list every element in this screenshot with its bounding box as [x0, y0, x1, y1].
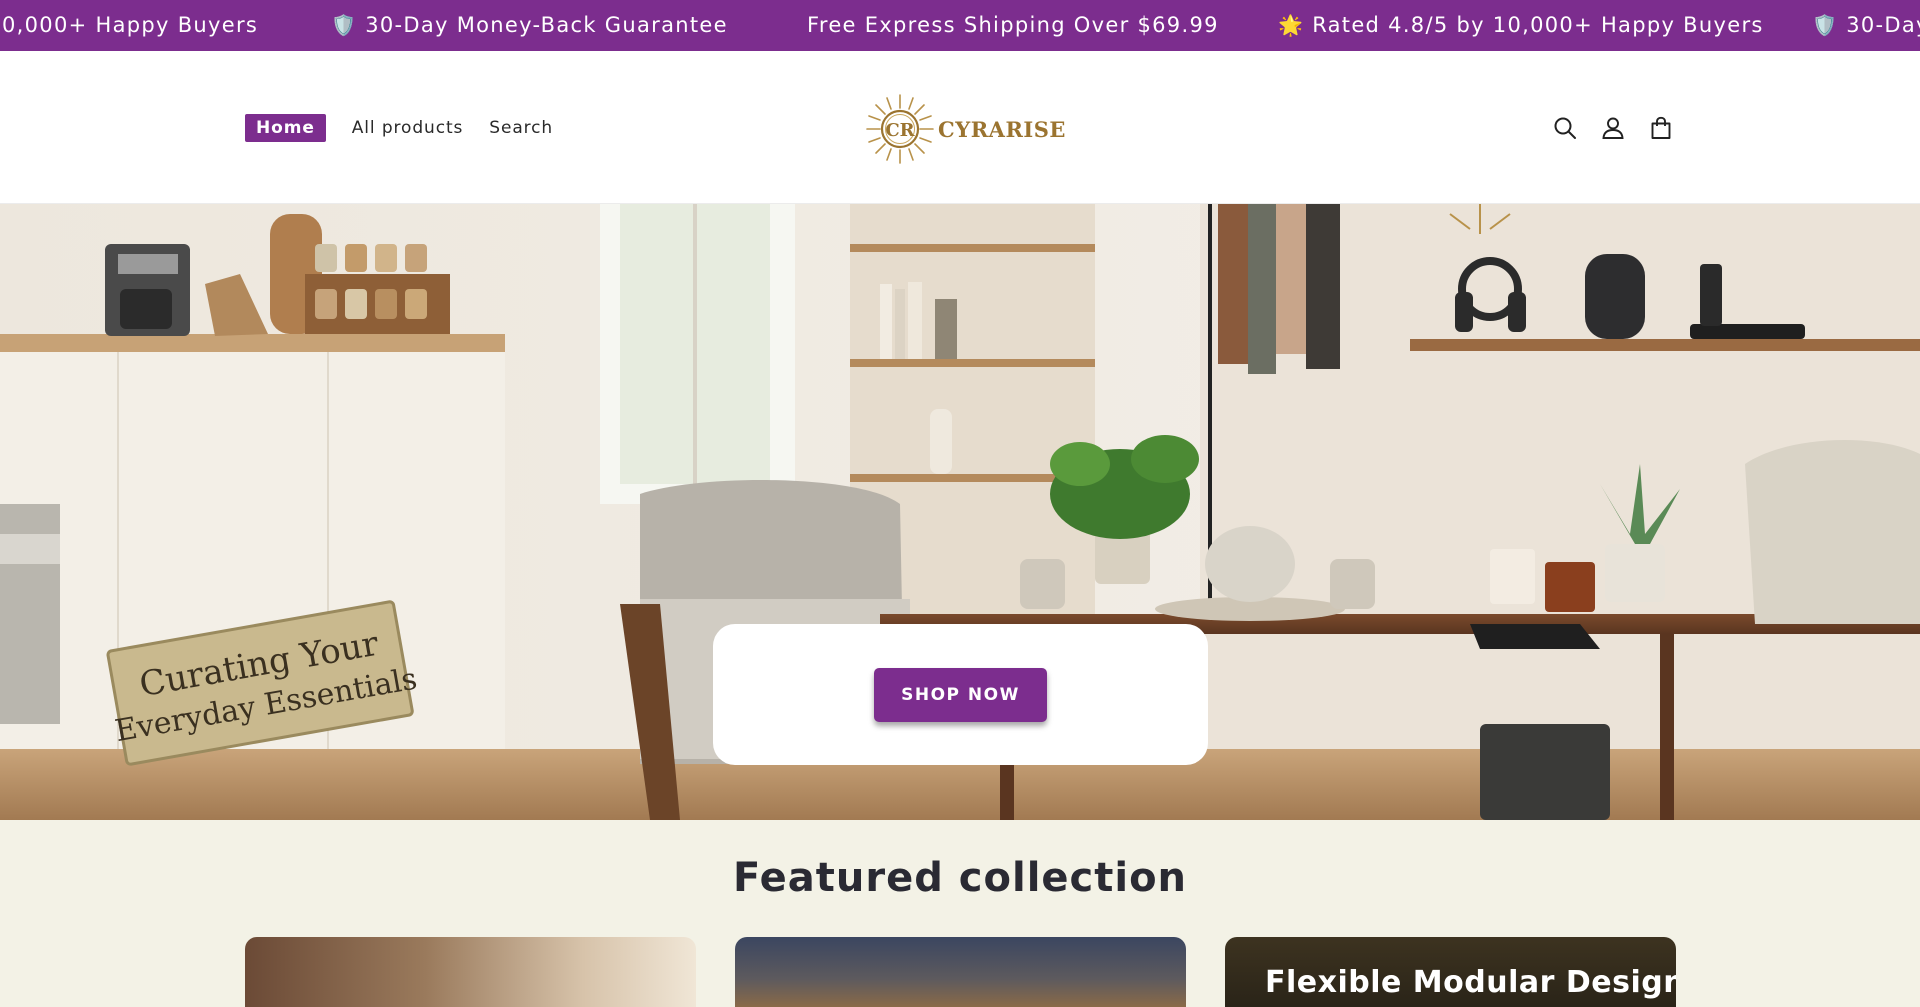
shield-icon: 🛡️ [331, 13, 358, 37]
announcement-text: 0,000+ Happy Buyers [2, 13, 259, 37]
hero-cta-panel: SHOP NOW [713, 624, 1208, 765]
nav-search[interactable]: Search [489, 118, 553, 138]
header-actions [1550, 113, 1694, 143]
announcement-message: 🛡️ 30-Day [1812, 0, 1920, 51]
product-card-caption: Flexible Modular Design [1265, 965, 1676, 1000]
shop-now-button[interactable]: SHOP NOW [874, 668, 1047, 722]
announcement-message: Free Express Shipping Over $69.99 [807, 0, 1219, 51]
logo-emblem-icon: CR [866, 94, 934, 164]
announcement-message: 0,000+ Happy Buyers [2, 0, 258, 51]
site-logo[interactable]: CR CYRARISE [864, 92, 1065, 166]
announcement-message: 🌟 Rated 4.8/5 by 10,000+ Happy Buyers [1278, 0, 1764, 51]
shield-icon: 🛡️ [1812, 13, 1839, 37]
featured-collection-title: Featured collection [732, 855, 1188, 901]
search-icon[interactable] [1550, 113, 1580, 143]
announcement-text: Free Express Shipping Over $69.99 [807, 13, 1219, 37]
account-icon[interactable] [1598, 113, 1628, 143]
star-icon: 🌟 [1278, 13, 1305, 37]
announcement-text: Rated 4.8/5 by 10,000+ Happy Buyers [1312, 13, 1764, 37]
announcement-text: 30-Day Money-Back Guarantee [365, 13, 728, 37]
svg-text:CR: CR [885, 120, 915, 141]
product-card[interactable] [245, 937, 696, 1007]
cart-icon[interactable] [1646, 113, 1676, 143]
hero-banner: Curating Your Everyday Essentials SHOP N… [0, 204, 1920, 820]
announcement-text: 30-Day [1846, 13, 1920, 37]
nav-home[interactable]: Home [245, 114, 326, 142]
product-card[interactable] [735, 937, 1186, 1007]
nav-all-products[interactable]: All products [352, 118, 464, 138]
product-card[interactable]: Flexible Modular Design [1225, 937, 1676, 1007]
announcement-bar: 0,000+ Happy Buyers 🛡️ 30-Day Money-Back … [0, 0, 1920, 51]
main-nav: Home All products Search [245, 114, 579, 142]
announcement-message: 🛡️ 30-Day Money-Back Guarantee [331, 0, 728, 51]
site-header: Home All products Search CR CYRARISE [0, 51, 1920, 204]
logo-wordmark: CYRARISE [938, 116, 1066, 142]
